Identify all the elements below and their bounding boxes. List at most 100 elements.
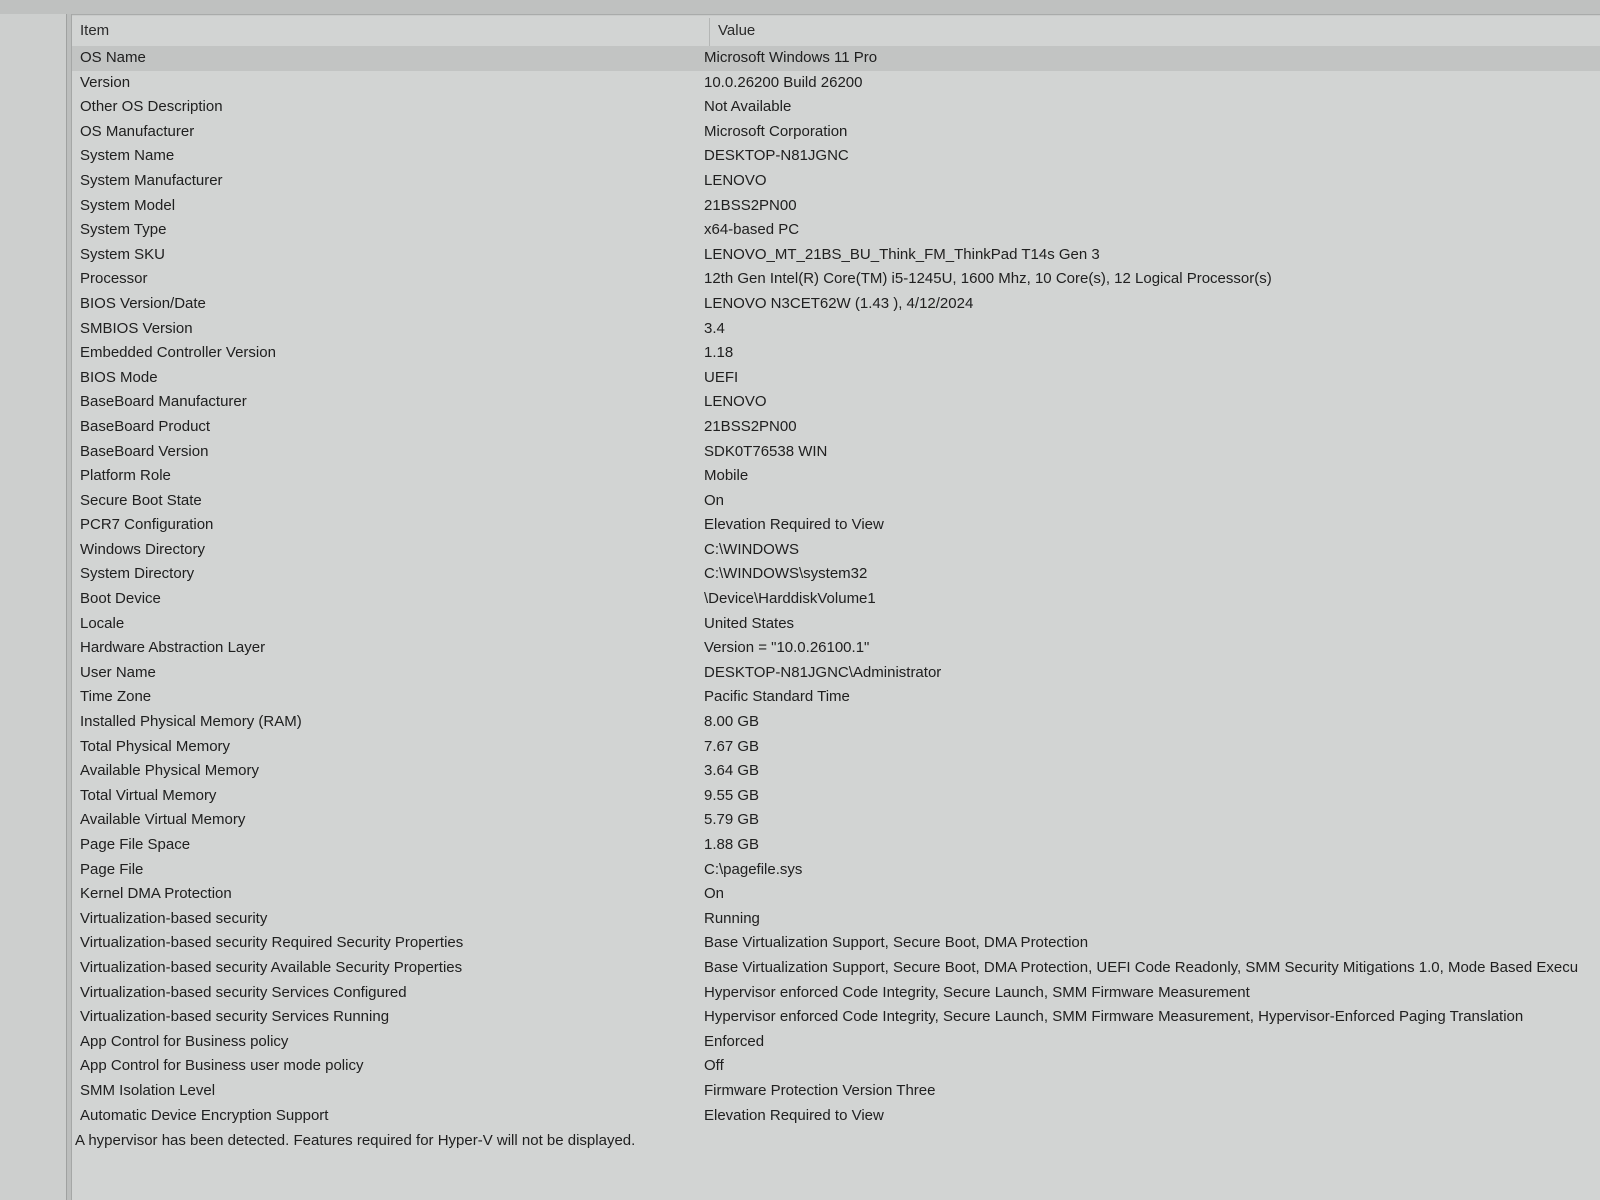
table-row[interactable]: User Name DESKTOP-N81JGNC\Administrator bbox=[72, 661, 1600, 686]
table-row[interactable]: BaseBoard Version SDK0T76538 WIN bbox=[72, 440, 1600, 465]
item-cell: BaseBoard Version bbox=[80, 442, 209, 460]
value-cell: 21BSS2PN00 bbox=[704, 417, 797, 435]
table-row[interactable]: Processor 12th Gen Intel(R) Core(TM) i5-1… bbox=[72, 267, 1600, 292]
value-cell: LENOVO bbox=[704, 393, 767, 411]
value-cell: Firmware Protection Version Three bbox=[704, 1081, 936, 1099]
table-row[interactable]: SMM Isolation Level Firmware Protection V… bbox=[72, 1079, 1600, 1104]
table-row[interactable]: Other OS Description Not Available bbox=[72, 95, 1600, 120]
item-cell: Virtualization-based security Required S… bbox=[80, 934, 464, 952]
table-row[interactable]: System SKU LENOVO_MT_21BS_BU_Think_FM_Thi… bbox=[72, 243, 1600, 268]
table-row[interactable]: Boot Device \Device\HarddiskVolume1 bbox=[72, 587, 1600, 612]
table-row[interactable]: Kernel DMA Protection On bbox=[72, 882, 1600, 907]
value-cell: Hypervisor enforced Code Integrity, Secu… bbox=[704, 1008, 1524, 1026]
value-cell: 3.4 bbox=[704, 319, 725, 337]
value-cell: UEFI bbox=[704, 368, 739, 386]
table-row[interactable]: Available Physical Memory 3.64 GB bbox=[72, 759, 1600, 784]
table-row[interactable]: OS Name Microsoft Windows 11 Pro bbox=[72, 46, 1600, 71]
table-row[interactable]: System Directory C:\WINDOWS\system32 bbox=[72, 562, 1600, 587]
item-cell: Other OS Description bbox=[80, 98, 223, 116]
table-row[interactable]: App Control for Business policy Enforced bbox=[72, 1030, 1600, 1055]
item-cell: Virtualization-based security Services R… bbox=[80, 1008, 390, 1026]
value-cell: Off bbox=[704, 1057, 724, 1075]
table-row[interactable]: Hardware Abstraction Layer Version = "10.… bbox=[72, 636, 1600, 661]
table-row[interactable]: System Model 21BSS2PN00 bbox=[72, 194, 1600, 219]
table-row[interactable]: PCR7 Configuration Elevation Required to … bbox=[72, 513, 1600, 538]
item-cell: System Model bbox=[80, 196, 176, 214]
table-row[interactable]: BIOS Mode UEFI bbox=[72, 366, 1600, 391]
item-cell: OS Manufacturer bbox=[80, 122, 195, 140]
item-cell: Time Zone bbox=[80, 688, 152, 706]
column-resize-handle[interactable] bbox=[709, 18, 710, 46]
value-cell: 12th Gen Intel(R) Core(TM) i5-1245U, 160… bbox=[704, 270, 1272, 288]
item-cell: Secure Boot State bbox=[80, 491, 202, 509]
item-cell: Version bbox=[80, 73, 131, 91]
table-row[interactable]: Time Zone Pacific Standard Time bbox=[72, 685, 1600, 710]
value-cell: DESKTOP-N81JGNC\Administrator bbox=[704, 663, 942, 681]
item-column-header[interactable]: Item bbox=[80, 16, 700, 46]
summary-rows: OS Name Microsoft Windows 11 Pro Version 10… bbox=[72, 46, 1600, 1128]
category-tree-pane[interactable] bbox=[0, 14, 66, 1200]
table-row[interactable]: BaseBoard Product 21BSS2PN00 bbox=[72, 415, 1600, 440]
item-cell: Available Virtual Memory bbox=[80, 811, 246, 829]
value-cell: C:\pagefile.sys bbox=[704, 860, 803, 878]
value-cell: United States bbox=[704, 614, 795, 632]
value-cell: LENOVO_MT_21BS_BU_Think_FM_ThinkPad T14s… bbox=[704, 245, 1100, 263]
item-cell: OS Name bbox=[80, 49, 146, 66]
value-cell: LENOVO bbox=[704, 171, 767, 189]
table-row[interactable]: Available Virtual Memory 5.79 GB bbox=[72, 808, 1600, 833]
value-cell: Running bbox=[704, 909, 760, 927]
system-summary-list[interactable]: Item Value OS Name Microsoft Windows 11 P… bbox=[72, 16, 1600, 1200]
item-cell: Hardware Abstraction Layer bbox=[80, 639, 266, 657]
table-row[interactable]: System Name DESKTOP-N81JGNC bbox=[72, 144, 1600, 169]
window-top-edge bbox=[0, 0, 1600, 15]
table-row[interactable]: Secure Boot State On bbox=[72, 489, 1600, 514]
item-cell: User Name bbox=[80, 663, 156, 681]
table-row[interactable]: Page File C:\pagefile.sys bbox=[72, 858, 1600, 883]
table-row[interactable]: BIOS Version/Date LENOVO N3CET62W (1.43 )… bbox=[72, 292, 1600, 317]
value-cell: 5.79 GB bbox=[704, 811, 760, 829]
value-cell: 10.0.26200 Build 26200 bbox=[704, 73, 863, 91]
table-row[interactable]: OS Manufacturer Microsoft Corporation bbox=[72, 120, 1600, 145]
table-row[interactable]: Virtualization-based security Available … bbox=[72, 956, 1600, 981]
table-row[interactable]: Version 10.0.26200 Build 26200 bbox=[72, 71, 1600, 96]
table-row[interactable]: BaseBoard Manufacturer LENOVO bbox=[72, 390, 1600, 415]
table-row[interactable]: Virtualization-based security Services C… bbox=[72, 981, 1600, 1006]
item-cell: App Control for Business policy bbox=[80, 1032, 289, 1050]
table-row[interactable]: Automatic Device Encryption Support Eleva… bbox=[72, 1104, 1600, 1129]
value-cell: On bbox=[704, 491, 725, 509]
table-row[interactable]: SMBIOS Version 3.4 bbox=[72, 317, 1600, 342]
value-cell: SDK0T76538 WIN bbox=[704, 442, 828, 460]
value-cell: 3.64 GB bbox=[704, 762, 760, 780]
table-row[interactable]: Windows Directory C:\WINDOWS bbox=[72, 538, 1600, 563]
table-row[interactable]: Locale United States bbox=[72, 612, 1600, 637]
value-cell: \Device\HarddiskVolume1 bbox=[704, 590, 876, 608]
table-row[interactable]: System Manufacturer LENOVO bbox=[72, 169, 1600, 194]
item-cell: BaseBoard Manufacturer bbox=[80, 393, 247, 411]
value-cell: C:\WINDOWS bbox=[704, 540, 799, 558]
table-row[interactable]: Embedded Controller Version 1.18 bbox=[72, 341, 1600, 366]
item-cell: Embedded Controller Version bbox=[80, 344, 276, 362]
value-cell: Base Virtualization Support, Secure Boot… bbox=[704, 934, 1089, 952]
value-column-header[interactable]: Value bbox=[718, 16, 1578, 46]
table-row[interactable]: Virtualization-based security Running bbox=[72, 907, 1600, 932]
table-row[interactable]: System Type x64-based PC bbox=[72, 218, 1600, 243]
value-cell: Base Virtualization Support, Secure Boot… bbox=[704, 958, 1579, 976]
value-cell: Microsoft Corporation bbox=[704, 122, 848, 140]
item-cell: Virtualization-based security bbox=[80, 909, 268, 927]
item-cell: Page File Space bbox=[80, 836, 191, 853]
table-row[interactable]: App Control for Business user mode polic… bbox=[72, 1054, 1600, 1079]
item-cell: Total Virtual Memory bbox=[80, 786, 217, 804]
table-row[interactable]: Virtualization-based security Required S… bbox=[72, 931, 1600, 956]
table-row[interactable]: Total Virtual Memory 9.55 GB bbox=[72, 784, 1600, 809]
table-row[interactable]: Platform Role Mobile bbox=[72, 464, 1600, 489]
table-row[interactable]: Total Physical Memory 7.67 GB bbox=[72, 735, 1600, 760]
item-cell: System Type bbox=[80, 221, 167, 239]
item-cell: BIOS Version/Date bbox=[80, 294, 206, 312]
item-cell: PCR7 Configuration bbox=[80, 516, 214, 534]
item-cell: SMM Isolation Level bbox=[80, 1081, 216, 1099]
table-row[interactable]: Installed Physical Memory (RAM) 8.00 GB bbox=[72, 710, 1600, 735]
value-cell: Pacific Standard Time bbox=[704, 688, 850, 706]
table-row[interactable]: Virtualization-based security Services R… bbox=[72, 1005, 1600, 1030]
table-row[interactable]: Page File Space 1.88 GB bbox=[72, 833, 1600, 858]
value-cell: On bbox=[704, 885, 725, 903]
